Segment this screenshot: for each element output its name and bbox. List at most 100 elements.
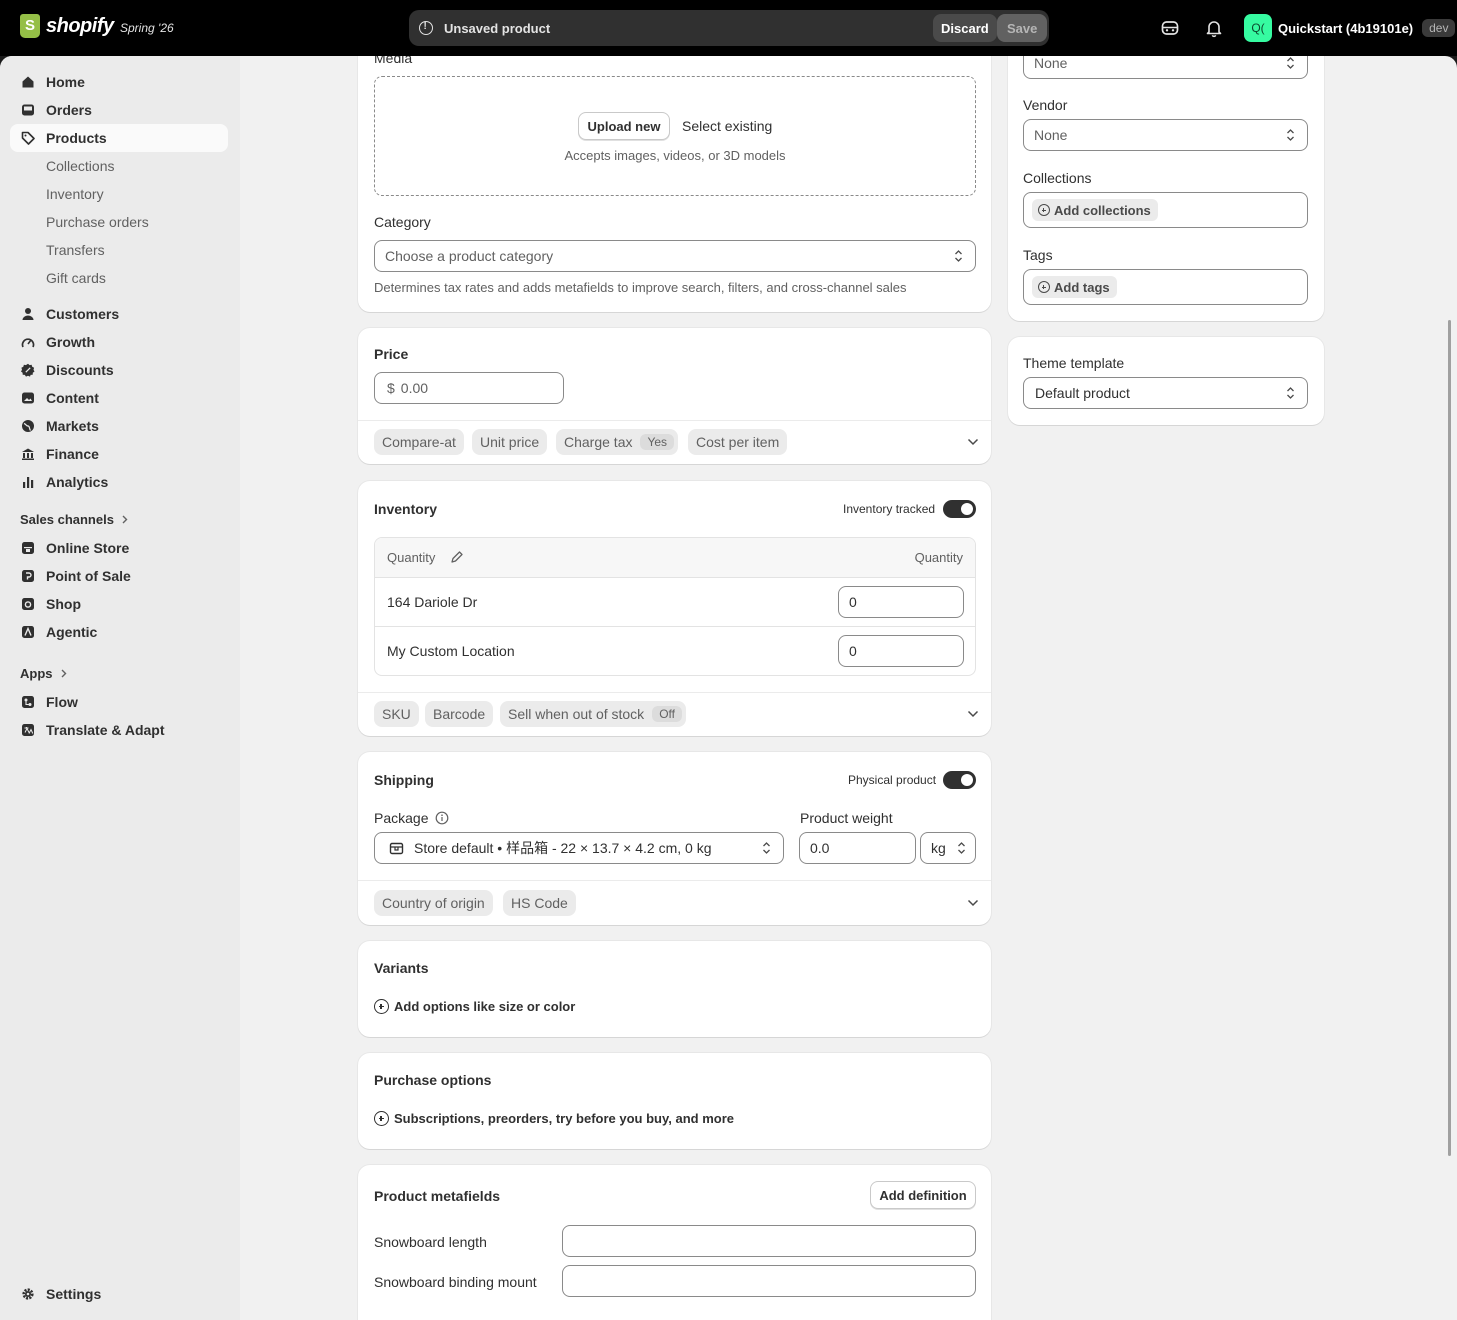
charge-tax-value: Yes [640, 434, 675, 450]
variants-card: Variants Add options like size or color [358, 941, 991, 1037]
hs-code-pill[interactable]: HS Code [503, 890, 576, 916]
chip-label: Add tags [1054, 279, 1110, 295]
plus-circle-icon [374, 999, 389, 1014]
sidebar-item-settings[interactable]: Settings [10, 1280, 228, 1308]
price-input[interactable]: $ 0.00 [374, 372, 564, 404]
category-select[interactable]: Choose a product category [374, 240, 976, 272]
quantity-input[interactable]: 0 [838, 586, 964, 618]
info-icon[interactable] [435, 811, 449, 825]
sku-pill[interactable]: SKU [374, 701, 419, 727]
sidebar-item-online-store[interactable]: Online Store [10, 534, 228, 562]
sidebar-sub-transfers[interactable]: Transfers [46, 242, 105, 258]
add-definition-button[interactable]: Add definition [870, 1181, 976, 1209]
snowboard-binding-mount-input[interactable] [562, 1265, 976, 1297]
add-tags-chip[interactable]: Add tags [1032, 276, 1117, 298]
vendor-select[interactable]: None [1023, 119, 1308, 151]
country-of-origin-pill[interactable]: Country of origin [374, 890, 493, 916]
table-row: My Custom Location 0 [375, 627, 975, 675]
weight-unit-select[interactable]: kg [920, 832, 976, 864]
cost-per-item-pill[interactable]: Cost per item [688, 429, 788, 455]
sidebar-item-label: Content [46, 390, 99, 406]
pill-label: Compare-at [382, 434, 456, 450]
pencil-icon[interactable] [450, 550, 464, 564]
page-scrollbar[interactable] [1448, 320, 1451, 1156]
shopify-logo[interactable]: shopify [20, 14, 114, 38]
media-dropzone[interactable]: Upload new Select existing Accepts image… [374, 76, 976, 196]
location-name: 164 Dariole Dr [387, 594, 478, 610]
charge-tax-pill[interactable]: Charge tax Yes [556, 429, 679, 455]
organization-card: None Vendor None Collections Add collect… [1008, 56, 1324, 321]
save-button[interactable]: Save [997, 14, 1048, 42]
sidekick-icon[interactable] [1160, 18, 1180, 38]
chevron-down-icon[interactable] [967, 438, 979, 446]
unit-price-pill[interactable]: Unit price [472, 429, 548, 455]
discount-icon [21, 363, 35, 377]
sales-channels-header[interactable]: Sales channels [20, 512, 128, 527]
sidebar-item-growth[interactable]: Growth [10, 328, 228, 356]
store-switcher[interactable]: Q( Quickstart (4b19101e) dev [1244, 14, 1456, 42]
header-quantity-left: Quantity [387, 550, 436, 565]
select-chevron-icon [1287, 129, 1294, 141]
chevron-down-icon[interactable] [967, 710, 979, 718]
plus-circle-icon [1038, 204, 1050, 216]
sidebar-item-content[interactable]: Content [10, 384, 228, 412]
sidebar-item-flow[interactable]: Flow [10, 688, 228, 716]
package-select[interactable]: Store default • 样品箱 - 22 × 13.7 × 4.2 cm… [374, 832, 784, 864]
product-type-select[interactable]: None [1023, 56, 1308, 79]
barcode-pill[interactable]: Barcode [425, 701, 494, 727]
image-icon [22, 392, 34, 404]
sidebar-item-label: Growth [46, 334, 95, 350]
sidebar-item-customers[interactable]: Customers [10, 300, 228, 328]
sidebar-item-shop[interactable]: Shop [10, 590, 228, 618]
inventory-tracked-toggle[interactable] [943, 500, 976, 518]
brand-name: shopify [46, 14, 114, 37]
top-bar: shopify Spring '26 Unsaved product Disca… [0, 0, 1457, 56]
sidebar-item-discounts[interactable]: Discounts [10, 356, 228, 384]
add-collections-chip[interactable]: Add collections [1032, 199, 1158, 221]
sidebar-item-analytics[interactable]: Analytics [10, 468, 228, 496]
tags-input[interactable]: Add tags [1023, 269, 1308, 305]
collections-input[interactable]: Add collections [1023, 192, 1308, 228]
sidebar-item-orders[interactable]: Orders [10, 96, 228, 124]
sidebar-sub-purchase-orders[interactable]: Purchase orders [46, 214, 149, 230]
sidebar-item-point-of-sale[interactable]: Point of Sale [10, 562, 228, 590]
sidebar-item-markets[interactable]: Markets [10, 412, 228, 440]
sidebar-item-home[interactable]: Home [10, 68, 228, 96]
chevron-right-icon [61, 669, 66, 678]
media-hint: Accepts images, videos, or 3D models [564, 148, 786, 163]
sidebar-sub-gift-cards[interactable]: Gift cards [46, 270, 106, 286]
compare-at-pill[interactable]: Compare-at [374, 429, 464, 455]
add-options-button[interactable]: Add options like size or color [374, 999, 575, 1014]
quantity-value: 0 [849, 594, 857, 610]
sidebar-item-label: Discounts [46, 362, 114, 378]
bell-icon[interactable] [1204, 18, 1224, 38]
sidebar-item-agentic[interactable]: Agentic [10, 618, 228, 646]
sidebar-sub-collections[interactable]: Collections [46, 158, 114, 174]
discard-button[interactable]: Discard [933, 14, 997, 42]
add-purchase-options-button[interactable]: Subscriptions, preorders, try before you… [374, 1111, 734, 1126]
sidebar-item-label: Translate & Adapt [46, 722, 165, 738]
sidebar-sub-inventory[interactable]: Inventory [46, 186, 104, 202]
quantity-input[interactable]: 0 [838, 635, 964, 667]
inbox-icon [22, 104, 34, 116]
sidebar-item-translate-adapt[interactable]: Translate & Adapt [10, 716, 228, 744]
unsaved-changes-bar: Unsaved product Discard Save [409, 10, 1049, 46]
pill-label: Charge tax [564, 434, 633, 450]
edition-label: Spring '26 [120, 21, 174, 35]
metafield-label: Snowboard length [374, 1234, 487, 1250]
chevron-down-icon[interactable] [967, 899, 979, 907]
theme-template-select[interactable]: Default product [1023, 377, 1308, 409]
sidebar-item-products[interactable]: Products [10, 124, 228, 152]
media-category-card: Media Upload new Select existing Accepts… [358, 56, 991, 312]
divider [358, 692, 991, 693]
weight-input[interactable]: 0.0 [799, 832, 916, 864]
sidebar-nav: Home Orders Products Collections Invento… [0, 56, 240, 1320]
gear-icon [22, 1288, 34, 1300]
sidebar-item-finance[interactable]: Finance [10, 440, 228, 468]
select-existing-link[interactable]: Select existing [682, 118, 772, 134]
upload-new-button[interactable]: Upload new [578, 112, 670, 140]
snowboard-length-input[interactable] [562, 1225, 976, 1257]
sell-out-of-stock-pill[interactable]: Sell when out of stock Off [500, 701, 686, 727]
physical-product-toggle[interactable] [943, 771, 976, 789]
apps-header[interactable]: Apps [20, 666, 67, 681]
